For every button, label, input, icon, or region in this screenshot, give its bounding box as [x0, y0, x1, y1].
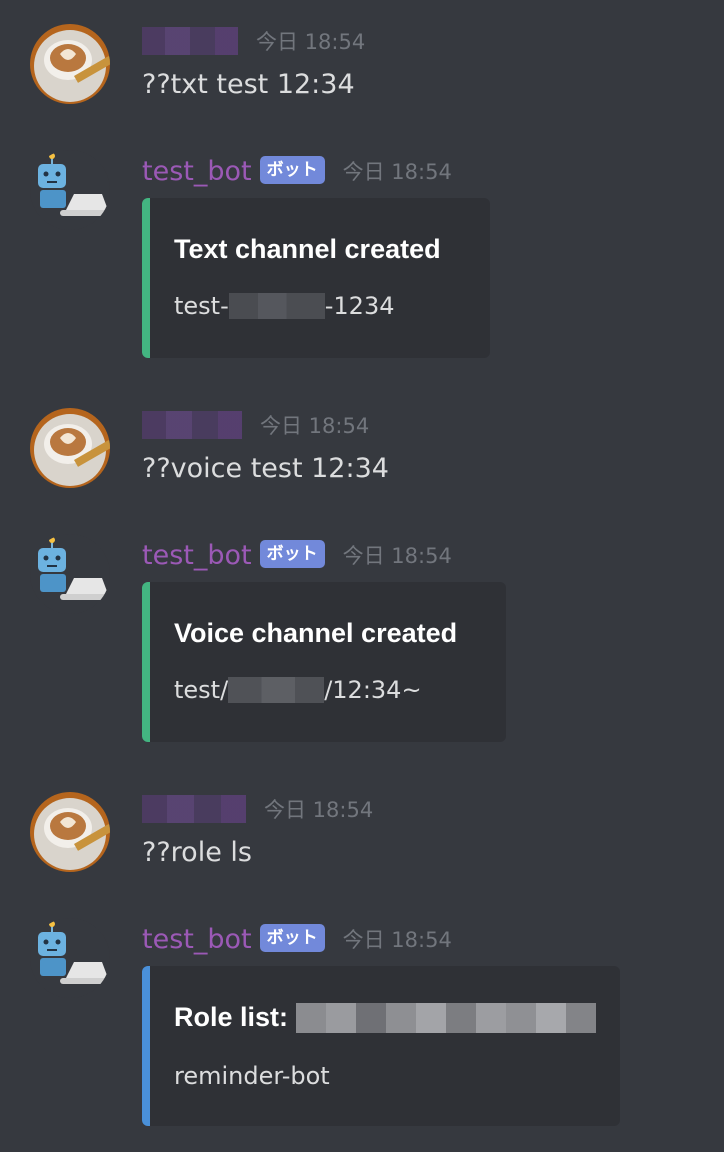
embed-desc-text: reminder-bot [174, 1062, 330, 1090]
bot-username[interactable]: test_bot [142, 920, 252, 960]
redacted-username [142, 411, 242, 439]
timestamp: 今日 18:54 [342, 928, 452, 952]
bot-username[interactable]: test_bot [142, 152, 252, 192]
embed-card: Voice channel created test/ /12:34~ [142, 582, 506, 742]
redacted-text [296, 1002, 597, 1033]
embed-accent-bar [142, 966, 150, 1126]
timestamp: 今日 18:54 [264, 798, 374, 822]
embed-title: Voice channel created [174, 618, 458, 648]
embed-card: Role list: reminder-bot [142, 966, 620, 1126]
bot-badge: ボット [259, 156, 325, 184]
embed-desc-prefix: test/ [174, 676, 229, 704]
message-text: ??role ls [142, 837, 252, 868]
bot-badge: ボット [259, 540, 325, 568]
message-header: test_bot ボット 今日 18:54 [142, 152, 452, 192]
embed-description: test/ /12:34~ [174, 676, 422, 704]
robot-laptop-icon [30, 534, 110, 614]
embed-description: test- -1234 [174, 292, 395, 320]
embed-title: Text channel created [174, 234, 441, 264]
user-avatar[interactable] [30, 408, 110, 488]
coffee-cup-icon [30, 24, 110, 104]
embed-accent-bar [142, 198, 150, 358]
message-header: 今日 18:54 [142, 406, 369, 446]
embed-title-text: Role list: [174, 1002, 289, 1032]
bot-badge: ボット [259, 924, 325, 952]
bot-avatar[interactable] [30, 918, 110, 998]
message-header: test_bot ボット 今日 18:54 [142, 920, 452, 960]
message-text: ??txt test 12:34 [142, 69, 355, 100]
message-header: 今日 18:54 [142, 790, 373, 830]
timestamp: 今日 18:54 [342, 160, 452, 184]
embed-description: reminder-bot [174, 1062, 330, 1090]
embed-desc-prefix: test- [174, 292, 229, 320]
bot-avatar[interactable] [30, 150, 110, 230]
bot-avatar[interactable] [30, 534, 110, 614]
user-avatar[interactable] [30, 24, 110, 104]
robot-laptop-icon [30, 918, 110, 998]
coffee-cup-icon [30, 792, 110, 872]
redacted-username [142, 27, 238, 55]
message-header: test_bot ボット 今日 18:54 [142, 536, 452, 576]
embed-card: Text channel created test- -1234 [142, 198, 490, 358]
embed-title: Role list: [174, 1002, 597, 1033]
coffee-cup-icon [30, 408, 110, 488]
timestamp: 今日 18:54 [342, 544, 452, 568]
embed-desc-suffix: -1234 [324, 292, 395, 320]
message-text: ??voice test 12:34 [142, 453, 389, 484]
user-avatar[interactable] [30, 792, 110, 872]
embed-accent-bar [142, 582, 150, 742]
timestamp: 今日 18:54 [256, 30, 366, 54]
bot-username[interactable]: test_bot [142, 536, 252, 576]
message-header: 今日 18:54 [142, 22, 365, 62]
embed-desc-suffix: /12:34~ [324, 676, 422, 704]
timestamp: 今日 18:54 [260, 414, 370, 438]
redacted-text [228, 677, 325, 703]
redacted-username [142, 795, 246, 823]
robot-laptop-icon [30, 150, 110, 230]
redacted-text [228, 293, 325, 319]
